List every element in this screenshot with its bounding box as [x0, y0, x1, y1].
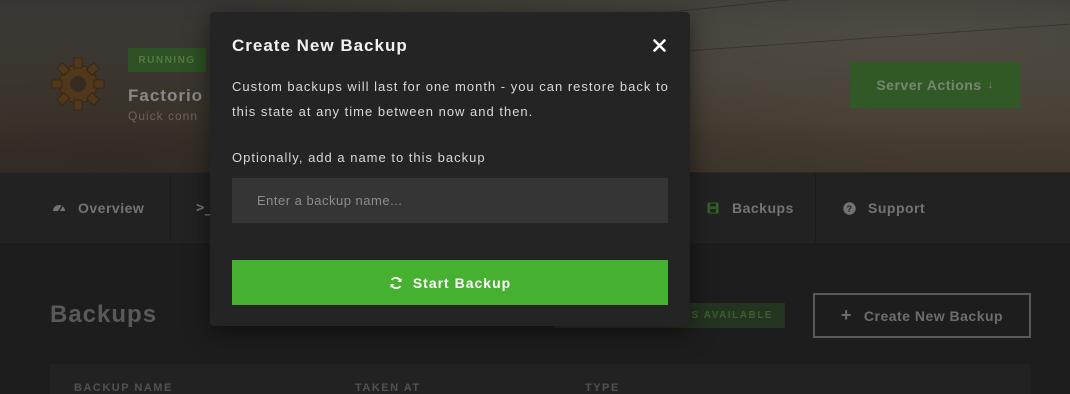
backup-name-label: Optionally, add a name to this backup	[232, 150, 486, 165]
modal-description: Custom backups will last for one month -…	[232, 79, 669, 119]
close-icon[interactable]	[648, 34, 670, 56]
refresh-icon	[389, 276, 403, 290]
start-backup-button[interactable]: Start Backup	[232, 260, 668, 305]
create-backup-modal: Create New Backup Custom backups will la…	[210, 12, 690, 326]
backup-name-input[interactable]	[232, 178, 668, 223]
start-backup-label: Start Backup	[412, 274, 512, 291]
modal-title: Create New Backup	[232, 36, 408, 55]
